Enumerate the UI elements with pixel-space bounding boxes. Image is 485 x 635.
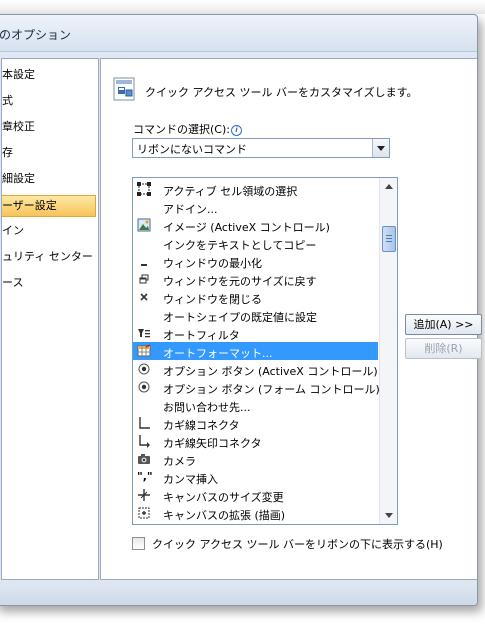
sidebar-item-label: 本設定 (2, 68, 35, 81)
sidebar-item-customize[interactable]: ーザー設定 (2, 195, 96, 217)
list-item[interactable]: オートシェイプの既定値に設定 (133, 306, 378, 324)
list-item-label: キャンバスの拡張 (描画) (163, 509, 286, 522)
elbow-arrow-connector-icon (137, 434, 151, 448)
scroll-down-button[interactable] (381, 508, 396, 523)
list-item-label: キャンバスのサイズ変更 (163, 491, 284, 504)
list-item[interactable]: カメラ (133, 450, 378, 468)
background-shadow (0, 0, 485, 14)
list-item[interactable]: ウィンドウを閉じる (133, 288, 378, 306)
list-item[interactable]: ウィンドウを元のサイズに戻す (133, 270, 378, 288)
list-item-label: インクをテキストとしてコピー (163, 239, 317, 252)
close-icon (137, 290, 151, 304)
sidebar-item-formulas[interactable]: 式 (2, 91, 96, 111)
sidebar-item-save[interactable]: 存 (2, 143, 96, 163)
list-item-label: カンマ挿入 (163, 473, 218, 486)
window-title: のオプション (0, 28, 72, 42)
autofilter-icon (137, 326, 151, 340)
list-item[interactable]: キャンバスの拡張 (描画) (133, 504, 378, 522)
list-item-label: カメラ (163, 455, 196, 468)
list-item[interactable]: ウィンドウの最小化 (133, 252, 378, 270)
comma-icon: "," (137, 470, 153, 483)
elbow-connector-icon (137, 416, 151, 430)
list-item[interactable]: "," カンマ挿入 (133, 468, 378, 486)
add-button[interactable]: 追加(A) >> (405, 314, 482, 335)
choose-commands-label-text: コマンドの選択(C): (133, 123, 230, 136)
sidebar-item-label: イン (2, 224, 24, 237)
list-item-label: イメージ (ActiveX コントロール) (163, 221, 330, 234)
list-item-label: お問い合わせ先... (163, 401, 251, 414)
list-item[interactable]: アクティブ セル領域の選択 (133, 180, 378, 198)
dialog-footer (0, 583, 477, 605)
list-item[interactable]: インクをテキストとしてコピー (133, 234, 378, 252)
list-item[interactable]: アドイン... (133, 198, 378, 216)
select-range-icon (137, 182, 151, 196)
list-item-label: オートフォーマット... (163, 347, 273, 360)
show-below-ribbon-label: クイック アクセス ツール バーをリボンの下に表示する(H) (152, 538, 443, 551)
sidebar-item-label: ース (2, 276, 24, 289)
camera-icon (137, 452, 151, 466)
options-sidebar: 本設定 式 章校正 存 細設定 ーザー設定 イン ュリティ センター ース (1, 58, 99, 580)
options-dialog: のオプション 本設定 式 章校正 存 細設定 ーザー設定 イン ュリティ センタ… (0, 14, 482, 606)
customize-panel: クイック アクセス ツール バーをカスタマイズします。 コマンドの選択(C): i… (100, 58, 482, 580)
list-item[interactable]: オプション ボタン (フォーム コントロール) (133, 378, 380, 396)
restore-icon (137, 272, 151, 286)
minimize-icon (137, 254, 151, 268)
list-item-label: オートフィルタ (163, 329, 240, 342)
list-item-label: カギ線コネクタ (163, 419, 240, 432)
scroll-up-button[interactable] (381, 179, 396, 194)
list-item[interactable]: オートフィルタ (133, 324, 378, 342)
sidebar-item-label: 式 (2, 94, 13, 107)
sidebar-item-advanced[interactable]: 細設定 (2, 169, 96, 189)
sidebar-item-addins[interactable]: イン (2, 221, 96, 241)
list-item[interactable]: お問い合わせ先... (133, 396, 378, 414)
title-bar: のオプション (0, 15, 477, 52)
list-item-label: アドイン... (163, 203, 218, 216)
option-button-icon (137, 380, 151, 394)
dropdown-button[interactable] (372, 139, 389, 157)
choose-commands-dropdown[interactable]: リボンにないコマンド (132, 138, 390, 158)
sidebar-item-basic[interactable]: 本設定 (2, 65, 96, 85)
scrollbar-thumb[interactable] (382, 226, 396, 252)
list-item-label: ウィンドウの最小化 (163, 257, 262, 270)
list-item[interactable]: カギ線コネクタ (133, 414, 378, 432)
sidebar-item-proofing[interactable]: 章校正 (2, 117, 96, 137)
sidebar-item-label: ーザー設定 (2, 199, 57, 212)
list-item-selected[interactable]: オートフォーマット... (133, 342, 378, 360)
autoformat-icon (137, 344, 151, 358)
list-item-label: アクティブ セル領域の選択 (163, 185, 298, 198)
sidebar-item-label: 存 (2, 146, 13, 159)
sidebar-item-label: 章校正 (2, 120, 35, 133)
sidebar-item-label: ュリティ センター (2, 250, 93, 263)
list-item[interactable]: キャンバスのサイズ変更 (133, 486, 378, 504)
list-item[interactable]: オプション ボタン (ActiveX コントロール) (133, 360, 378, 378)
option-button-icon (137, 362, 151, 376)
commands-list-scrollbar[interactable] (379, 178, 397, 524)
quick-access-toolbar-icon (113, 77, 135, 101)
commands-list[interactable]: アクティブ セル領域の選択 アドイン... イメージ (ActiveX コントロ… (132, 177, 398, 525)
list-item-label: カギ線矢印コネクタ (163, 437, 262, 450)
canvas-expand-icon (137, 506, 151, 520)
info-icon: i (230, 124, 242, 136)
dropdown-value: リボンにないコマンド (137, 143, 247, 156)
list-item[interactable]: イメージ (ActiveX コントロール) (133, 216, 378, 234)
chevron-down-icon (385, 513, 393, 518)
list-item-label: オプション ボタン (フォーム コントロール) (163, 383, 380, 396)
list-item[interactable]: カギ線矢印コネクタ (133, 432, 378, 450)
remove-button[interactable]: 削除(R) (405, 338, 482, 359)
sidebar-item-label: 細設定 (2, 172, 35, 185)
chevron-down-icon (377, 146, 385, 151)
image-control-icon (137, 218, 151, 232)
list-item-label: ウィンドウを元のサイズに戻す (163, 275, 317, 288)
list-item-label: オートシェイプの既定値に設定 (163, 311, 317, 324)
list-item-label: オプション ボタン (ActiveX コントロール) (163, 365, 378, 378)
choose-commands-label: コマンドの選択(C): i (133, 121, 242, 137)
show-below-ribbon-checkbox[interactable] (132, 537, 145, 550)
canvas-resize-icon (137, 488, 151, 502)
sidebar-item-trust-center[interactable]: ュリティ センター (2, 247, 96, 267)
list-item-label: ウィンドウを閉じる (163, 293, 262, 306)
chevron-up-icon (385, 184, 393, 189)
page-title: クイック アクセス ツール バーをカスタマイズします。 (145, 86, 418, 99)
sidebar-item-resources[interactable]: ース (2, 273, 96, 293)
